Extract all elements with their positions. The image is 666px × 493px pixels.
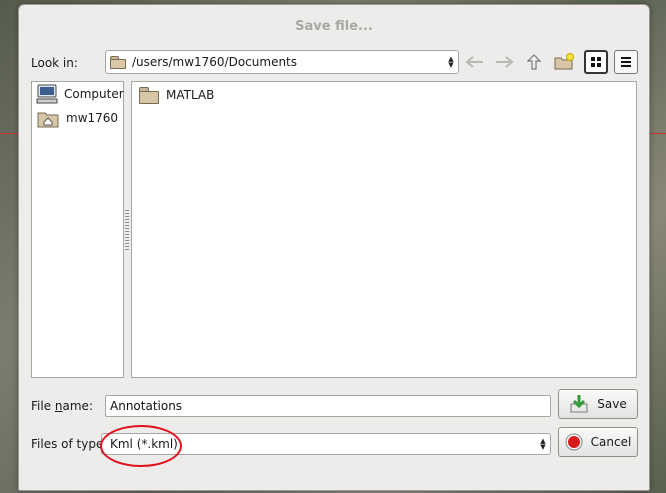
file-list-pane: MATLAB (131, 81, 637, 378)
map-red-line (648, 133, 666, 134)
map-red-line (0, 133, 18, 134)
combo-arrows-icon: ▲ ▼ (448, 55, 454, 69)
files-of-type-combo[interactable]: Kml (*.kml) ▲ ▼ (101, 433, 551, 455)
stop-icon (565, 433, 583, 451)
file-item-matlab[interactable]: MATLAB (132, 82, 636, 108)
look-in-path-value: /users/mw1760/Documents (132, 55, 298, 69)
dialog-title: Save file... (295, 19, 373, 34)
pane-splitter-handle[interactable] (125, 210, 129, 250)
parent-directory-icon[interactable] (522, 50, 546, 74)
look-in-label: Look in: (31, 56, 78, 70)
files-of-type-value: Kml (*.kml) (110, 437, 178, 451)
file-name-input[interactable] (105, 395, 551, 417)
save-file-dialog: Save file... Look in: /users/mw1760/Docu… (18, 4, 650, 491)
folder-icon (138, 86, 160, 104)
combo-arrows-icon: ▲ ▼ (540, 437, 546, 451)
save-button[interactable]: Save (558, 389, 638, 419)
places-sidebar: Computer mw1760 (31, 81, 124, 378)
back-arrow-icon[interactable] (463, 50, 487, 74)
place-label: Computer (64, 87, 124, 101)
forward-arrow-icon[interactable] (492, 50, 516, 74)
place-home[interactable]: mw1760 (32, 106, 123, 130)
file-name-label: File name: (31, 399, 93, 413)
new-folder-icon[interactable] (552, 50, 576, 74)
icon-view-icon[interactable] (584, 50, 608, 74)
cancel-button[interactable]: Cancel (558, 427, 638, 457)
computer-icon (36, 84, 58, 104)
detail-view-icon[interactable] (614, 50, 638, 74)
cancel-button-label: Cancel (590, 435, 632, 449)
home-folder-icon (36, 108, 60, 128)
place-label: mw1760 (66, 111, 119, 125)
look-in-path-combo[interactable]: /users/mw1760/Documents ▲ ▼ (105, 50, 459, 74)
save-download-icon (569, 394, 589, 414)
place-computer[interactable]: Computer (32, 82, 124, 106)
files-of-type-label: Files of type: (31, 437, 108, 451)
file-item-label: MATLAB (166, 88, 215, 102)
save-button-label: Save (597, 397, 627, 411)
folder-icon (110, 56, 126, 69)
